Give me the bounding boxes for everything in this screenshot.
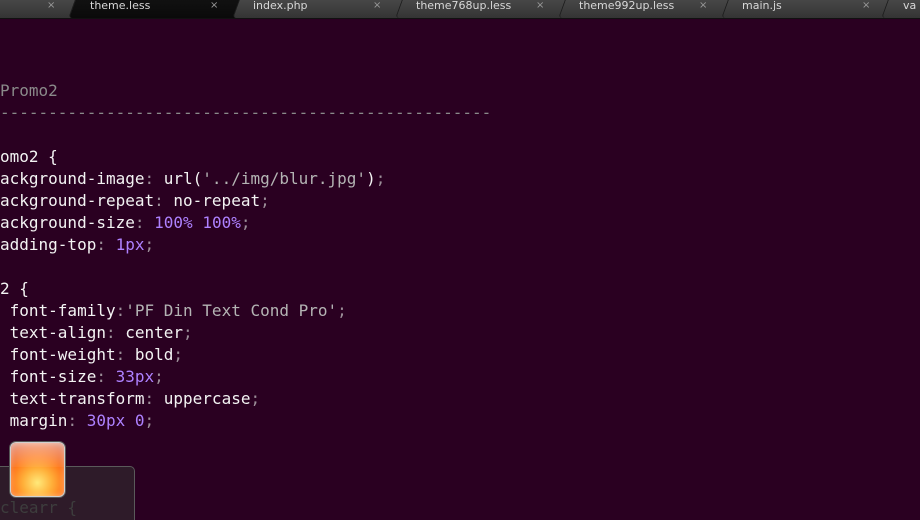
close-icon[interactable]: × bbox=[373, 0, 381, 11]
code-token-num: 100 bbox=[154, 213, 184, 232]
code-token-unit: px bbox=[125, 235, 145, 254]
code-token-text: ackground-size bbox=[0, 213, 135, 232]
code-token-punct: : bbox=[105, 323, 126, 342]
code-token-punct: ; bbox=[144, 411, 155, 430]
code-line: adding-top: 1px; bbox=[0, 234, 491, 256]
code-token-punct: ; bbox=[144, 235, 155, 254]
code-token-text: no-repeat bbox=[173, 191, 261, 210]
code-token-text: omo2 { bbox=[0, 147, 58, 166]
code-line: Promo2 bbox=[0, 80, 491, 102]
tab-bar: × theme.less × index.php × theme768up.less × th… bbox=[0, 0, 920, 19]
code-line: text-transform: uppercase; bbox=[0, 388, 491, 410]
code-token-text: font-family bbox=[0, 301, 116, 320]
code-token-text: margin bbox=[0, 411, 68, 430]
code-token-punct: ; bbox=[375, 169, 386, 188]
code-token-text: ackground-image bbox=[0, 169, 145, 188]
code-token-text: 2 { bbox=[0, 279, 29, 298]
code-token-text: adding-top bbox=[0, 235, 97, 254]
code-token-num: 0 bbox=[134, 411, 145, 430]
code-token-punct: ; bbox=[154, 367, 164, 386]
code-line: ackground-image: url('../img/blur.jpg'); bbox=[0, 168, 491, 190]
code-token-num: 100 bbox=[202, 213, 232, 232]
code-token-punct: ; bbox=[240, 213, 251, 232]
code-line: margin: 30px 0; bbox=[0, 410, 491, 432]
tab-label: theme768up.less bbox=[416, 0, 512, 12]
code-token-unit: % bbox=[183, 213, 193, 232]
code-token-punct: ; bbox=[260, 191, 270, 210]
code-token-string: '../img/blur.jpg' bbox=[202, 169, 367, 188]
code-token-unit: % bbox=[231, 213, 241, 232]
code-token-num: 33 bbox=[115, 367, 135, 386]
code-line: font-size: 33px; bbox=[0, 366, 491, 388]
tab-label: main.js bbox=[742, 0, 782, 12]
code-token-punct: : bbox=[154, 191, 174, 210]
code-line: omo2 { bbox=[0, 146, 491, 168]
code-token-punct: ; bbox=[173, 345, 184, 364]
code-token-punct: : bbox=[67, 411, 87, 430]
code-token-text: text-align bbox=[0, 323, 106, 342]
code-token-text: url( bbox=[163, 169, 203, 188]
code-token-punct: ; bbox=[337, 301, 347, 320]
tab-label: theme.less bbox=[90, 0, 151, 12]
ghost-code-text: clearr { bbox=[0, 498, 78, 517]
close-icon[interactable]: × bbox=[862, 0, 870, 11]
code-line: ackground-size: 100% 100%; bbox=[0, 212, 491, 234]
code-token-punct: : bbox=[96, 367, 116, 386]
code-token-num: 30 bbox=[86, 411, 106, 430]
code-line: 2 { bbox=[0, 278, 491, 300]
close-icon[interactable]: × bbox=[210, 0, 218, 11]
code-line: text-align: center; bbox=[0, 322, 491, 344]
code-token-num: 1 bbox=[115, 235, 126, 254]
close-icon[interactable]: × bbox=[47, 0, 55, 11]
code-editor[interactable]: Promo2 ----------------------------------… bbox=[0, 80, 491, 432]
code-token-punct: : bbox=[115, 301, 126, 320]
code-token-punct: : bbox=[134, 213, 155, 232]
code-token-punct: : bbox=[115, 345, 135, 364]
code-token-comment: ----------------------------------------… bbox=[0, 103, 492, 122]
code-token-text: center bbox=[125, 323, 184, 342]
code-token-punct: : bbox=[144, 169, 164, 188]
code-token-punct: ; bbox=[183, 323, 193, 342]
code-token-punct: : bbox=[144, 389, 164, 408]
code-token-punct: ; bbox=[250, 389, 261, 408]
code-token-text: uppercase bbox=[163, 389, 251, 408]
code-token-unit: px bbox=[134, 367, 155, 386]
code-token-text: ackground-repeat bbox=[0, 191, 155, 210]
code-token-text: bold bbox=[134, 345, 174, 364]
tab-label: va bbox=[903, 0, 917, 12]
code-token-punct: : bbox=[96, 235, 116, 254]
code-token-text: text-transform bbox=[0, 389, 145, 408]
code-line: font-weight: bold; bbox=[0, 344, 491, 366]
code-token-text: ) bbox=[366, 169, 376, 188]
close-icon[interactable]: × bbox=[536, 0, 544, 11]
code-token-string: 'PF Din Text Cond Pro' bbox=[125, 301, 338, 320]
code-token-unit: px bbox=[105, 411, 126, 430]
code-token-text: font-weight bbox=[0, 345, 116, 364]
photo-app-icon[interactable] bbox=[10, 442, 65, 497]
code-token-comment: Promo2 bbox=[0, 81, 58, 100]
code-line: ackground-repeat: no-repeat; bbox=[0, 190, 491, 212]
tab-label: theme992up.less bbox=[579, 0, 675, 12]
close-icon[interactable]: × bbox=[699, 0, 707, 11]
code-line: ----------------------------------------… bbox=[0, 102, 491, 124]
code-line: font-family:'PF Din Text Cond Pro'; bbox=[0, 300, 491, 322]
tab-label: index.php bbox=[253, 0, 308, 12]
code-token-text: font-size bbox=[0, 367, 97, 386]
